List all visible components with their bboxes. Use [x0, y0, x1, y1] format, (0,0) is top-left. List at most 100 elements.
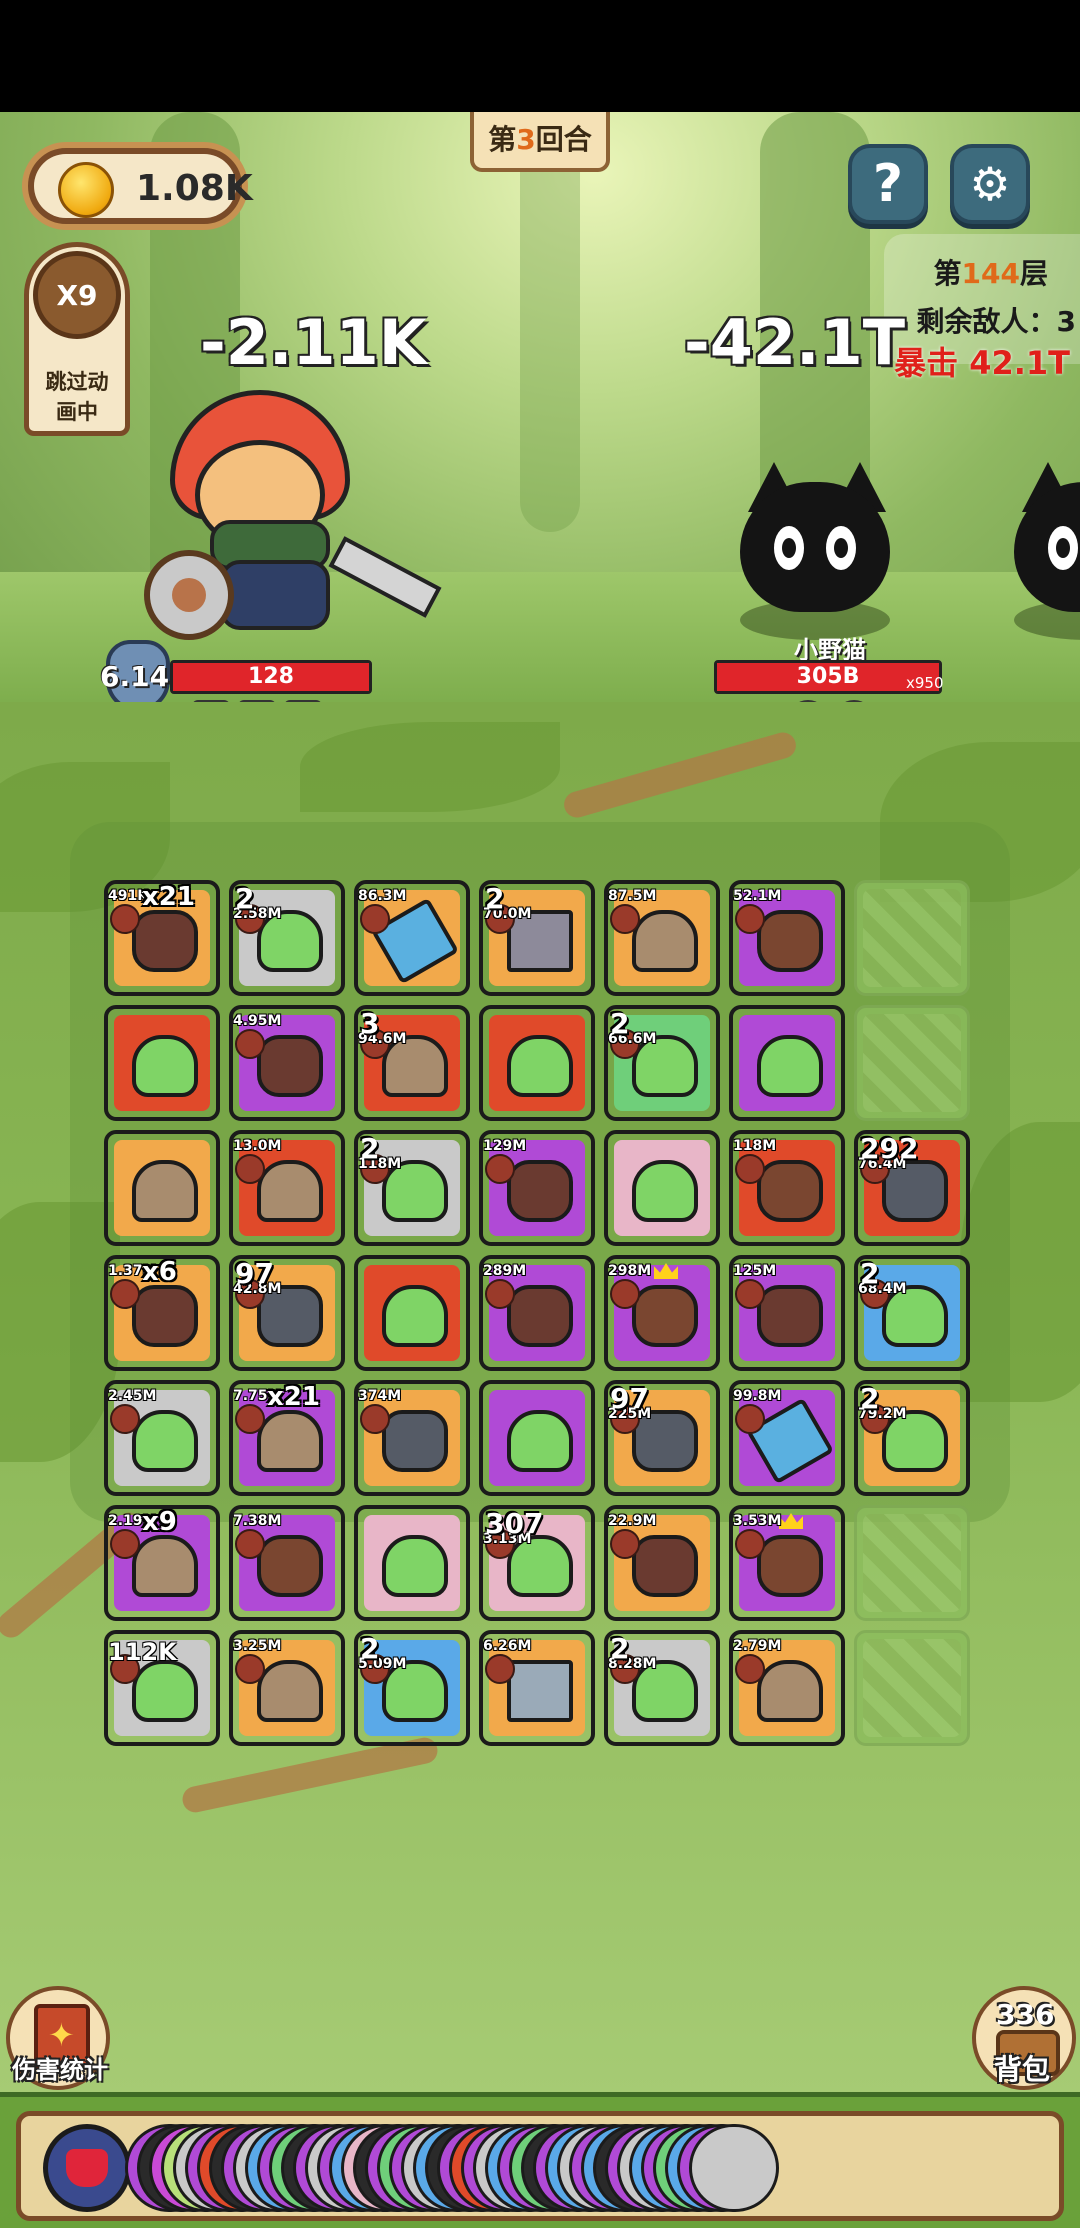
hero-damage-text: -2.11K	[200, 306, 427, 379]
skip-animation-label: 跳过动 画中	[29, 367, 125, 427]
item-tile[interactable]	[104, 1130, 220, 1246]
tile-background	[863, 1014, 961, 1112]
game-screen: 1.08K 第3回合 ? ⚙ X9 跳过动 画中 第144层 剩余敌人：3 暴击…	[0, 0, 1080, 2228]
item-level: 2	[860, 1382, 880, 1415]
item-tile[interactable]	[104, 1005, 220, 1121]
person-icon	[257, 1660, 323, 1722]
queue-items	[125, 2124, 1045, 2212]
item-tile[interactable]: 491K x21	[104, 880, 220, 996]
empty-slot[interactable]	[854, 880, 970, 996]
settings-button[interactable]: ⚙	[950, 144, 1030, 224]
item-tile[interactable]: 2.79M	[729, 1630, 845, 1746]
attack-badge-icon	[235, 1029, 265, 1059]
item-tile[interactable]	[354, 1505, 470, 1621]
status-bar	[0, 0, 1080, 112]
item-tile[interactable]: 2.45M	[104, 1380, 220, 1496]
attack-badge-icon	[485, 1654, 515, 1684]
item-tile[interactable]: 289M	[479, 1255, 595, 1371]
item-tile[interactable]: 2.19M x9	[104, 1505, 220, 1621]
help-icon: ?	[872, 154, 904, 214]
item-tile[interactable]	[354, 1255, 470, 1371]
help-button[interactable]: ?	[848, 144, 928, 224]
item-power-value: 2.79M	[733, 1638, 782, 1654]
item-level: 2	[485, 882, 505, 915]
item-power-value: 87.5M	[608, 888, 657, 904]
boar-icon	[632, 1535, 698, 1597]
item-level: 97	[610, 1382, 649, 1415]
item-tile[interactable]	[729, 1005, 845, 1121]
item-tile[interactable]: 374M	[354, 1380, 470, 1496]
stack-count: x21	[267, 1382, 320, 1412]
attack-badge-icon	[235, 1404, 265, 1434]
item-tile[interactable]: 52.1M	[729, 880, 845, 996]
gear-icon: ⚙	[969, 157, 1011, 211]
item-tile[interactable]: 76.4M 292	[854, 1130, 970, 1246]
item-tile[interactable]: 118M 2	[354, 1130, 470, 1246]
item-tile[interactable]: 225M 97	[604, 1380, 720, 1496]
empty-slot[interactable]	[854, 1505, 970, 1621]
stack-count: x6	[142, 1257, 177, 1287]
item-power-value: 125M	[733, 1263, 777, 1279]
item-tile[interactable]: 125M	[729, 1255, 845, 1371]
item-tile[interactable]: 68.4M 2	[854, 1255, 970, 1371]
item-tile[interactable]: 7.75M x21	[229, 1380, 345, 1496]
bear-icon	[757, 1535, 823, 1597]
item-tile[interactable]: 118M	[729, 1130, 845, 1246]
enemy-black-cat[interactable]	[730, 462, 910, 640]
attack-badge-icon	[485, 1154, 515, 1184]
item-tile[interactable]: 99.8M	[729, 1380, 845, 1496]
slime-icon	[382, 1535, 448, 1597]
hero-hp-value: 128	[248, 664, 294, 689]
item-tile[interactable]: 87.5M	[604, 880, 720, 996]
attack-badge-icon	[610, 1279, 640, 1309]
item-tile[interactable]	[604, 1130, 720, 1246]
item-tile[interactable]: 79.2M 2	[854, 1380, 970, 1496]
bear-icon	[257, 1535, 323, 1597]
attack-badge-icon	[735, 1404, 765, 1434]
item-tile[interactable]: 112K	[104, 1630, 220, 1746]
item-tile[interactable]: 2.58M 2	[229, 880, 345, 996]
item-power-value: 118M	[733, 1138, 777, 1154]
item-tile[interactable]: 298M	[604, 1255, 720, 1371]
item-level: 2	[360, 1132, 380, 1165]
item-tile[interactable]: 42.8M 97	[229, 1255, 345, 1371]
item-power-value: 4.95M	[233, 1013, 282, 1029]
item-tile[interactable]: 3.53M	[729, 1505, 845, 1621]
item-power-value: 22.9M	[608, 1513, 657, 1529]
item-tile[interactable]: 3.13M 307	[479, 1505, 595, 1621]
empty-slot[interactable]	[854, 1005, 970, 1121]
item-tile[interactable]: 6.26M	[479, 1630, 595, 1746]
item-tile[interactable]: 3.25M	[229, 1630, 345, 1746]
attack-badge-icon	[610, 904, 640, 934]
attack-badge-icon	[735, 1529, 765, 1559]
item-tile[interactable]: 4.95M	[229, 1005, 345, 1121]
item-power-value: 289M	[483, 1263, 527, 1279]
speed-skip-button[interactable]: X9 跳过动 画中	[24, 242, 130, 436]
item-tile[interactable]: 1.37M x6	[104, 1255, 220, 1371]
item-tile[interactable]	[479, 1005, 595, 1121]
item-tile[interactable]: 5.09M 2	[354, 1630, 470, 1746]
item-tile[interactable]: 13.0M	[229, 1130, 345, 1246]
item-tile[interactable]: 8.28M 2	[604, 1630, 720, 1746]
item-level: 292	[860, 1132, 919, 1165]
attack-badge-icon	[735, 904, 765, 934]
item-tile[interactable]: 22.9M	[604, 1505, 720, 1621]
item-tile[interactable]: 86.3M	[354, 880, 470, 996]
item-power-value: 3.53M	[733, 1513, 782, 1529]
item-tile[interactable]	[479, 1380, 595, 1496]
empty-slot[interactable]	[854, 1630, 970, 1746]
item-power-value: 13.0M	[233, 1138, 282, 1154]
speed-multiplier[interactable]: X9	[33, 251, 121, 339]
item-tile[interactable]: 66.6M 2	[604, 1005, 720, 1121]
person-icon	[132, 1535, 198, 1597]
attack-badge-icon	[360, 1404, 390, 1434]
person-icon	[257, 1410, 323, 1472]
item-tile[interactable]: 94.6M 3	[354, 1005, 470, 1121]
tile-background	[863, 1639, 961, 1737]
level-suffix: 层	[1019, 257, 1048, 290]
item-tile[interactable]: 129M	[479, 1130, 595, 1246]
item-tile[interactable]: 70.0M 2	[479, 880, 595, 996]
round-indicator: 第3回合	[470, 112, 610, 172]
item-tile[interactable]: 7.38M	[229, 1505, 345, 1621]
level-prefix: 第	[933, 257, 962, 290]
